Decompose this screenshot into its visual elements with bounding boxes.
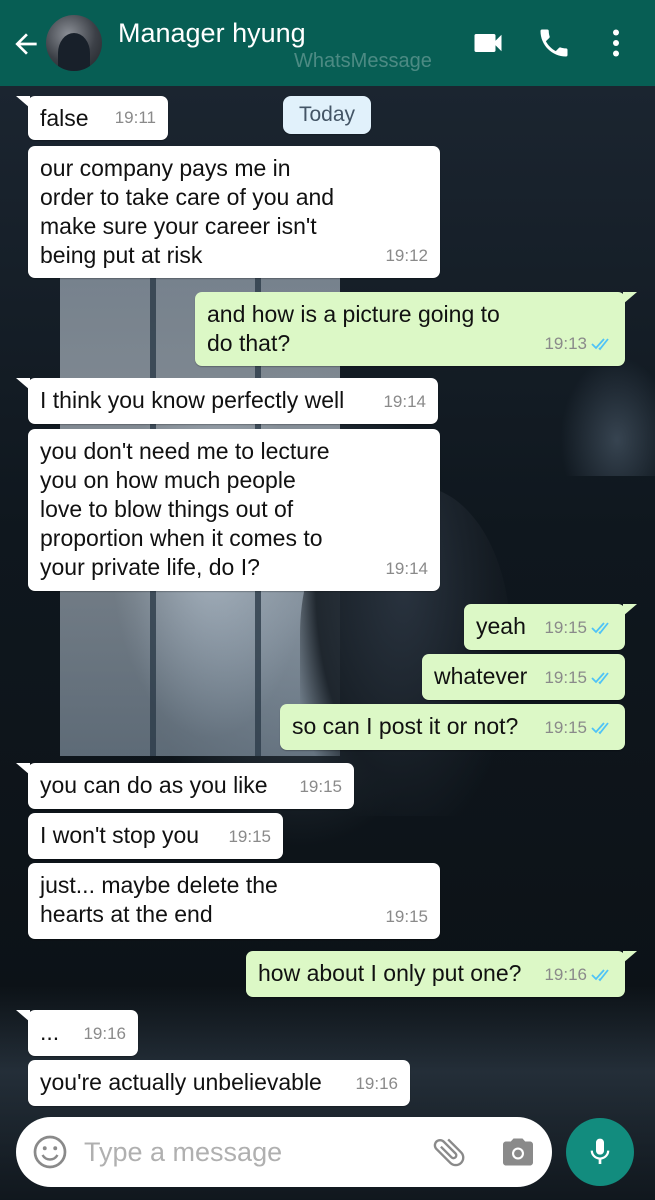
message-time: 19:16 <box>544 965 587 984</box>
message-text: you can do as you like <box>40 772 268 798</box>
message-time: 19:16 <box>83 1024 126 1043</box>
message-text: our company pays me in order to take car… <box>40 155 335 268</box>
message-text: you don't need me to lecture you on how … <box>40 438 330 580</box>
message-time: 19:12 <box>385 246 428 265</box>
message-input[interactable] <box>84 1131 414 1173</box>
message-incoming[interactable]: you don't need me to lecture you on how … <box>28 429 440 591</box>
message-time-group: 19:13 <box>544 329 613 358</box>
message-outgoing[interactable]: so can I post it or not? 19:15 <box>280 704 625 750</box>
message-text: how about I only put one? <box>258 960 522 986</box>
message-time-group: 19:15 <box>544 713 613 742</box>
message-incoming[interactable]: just... maybe delete the hearts at the e… <box>28 863 440 939</box>
message-incoming[interactable]: false 19:11 <box>16 96 168 140</box>
mic-icon <box>590 1138 610 1164</box>
message-time: 19:14 <box>383 392 426 411</box>
attach-icon[interactable] <box>430 1133 468 1171</box>
message-text: just... maybe delete the hearts at the e… <box>40 872 278 927</box>
message-time: 19:16 <box>355 1074 398 1093</box>
read-ticks-icon <box>591 622 609 635</box>
message-text: ... <box>40 1019 60 1045</box>
emoji-icon[interactable] <box>32 1134 68 1170</box>
camera-icon[interactable] <box>500 1134 536 1170</box>
message-incoming[interactable]: I think you know perfectly well 19:14 <box>16 378 438 424</box>
message-incoming[interactable]: our company pays me in order to take car… <box>28 146 440 278</box>
read-ticks-icon <box>591 672 609 685</box>
message-time-group: 19:15 <box>544 613 613 642</box>
message-time: 19:15 <box>228 827 271 846</box>
message-time: 19:13 <box>544 334 587 353</box>
read-ticks-icon <box>591 722 609 735</box>
message-time-group: 19:15 <box>544 663 613 692</box>
message-outgoing[interactable]: yeah 19:15 <box>464 604 637 650</box>
message-time: 19:15 <box>544 668 587 687</box>
more-vert-icon[interactable] <box>598 25 634 61</box>
message-text: false <box>40 105 89 131</box>
message-time: 19:11 <box>114 108 156 127</box>
message-text: whatever <box>434 663 528 689</box>
message-time-group: 19:16 <box>544 960 613 989</box>
chat-area[interactable]: Today false 19:11 our company pays me in… <box>0 86 655 1116</box>
message-text: I won't stop you <box>40 822 200 848</box>
contact-name[interactable]: Manager hyung <box>118 18 306 49</box>
message-text: I think you know perfectly well <box>40 387 345 413</box>
read-ticks-icon <box>591 969 609 982</box>
date-chip: Today <box>283 96 371 134</box>
message-incoming[interactable]: ... 19:16 <box>16 1010 138 1056</box>
message-outgoing[interactable]: and how is a picture going to do that? 1… <box>195 292 637 366</box>
message-incoming[interactable]: you're actually unbelievable 19:16 <box>28 1060 410 1106</box>
back-arrow-icon[interactable] <box>10 28 42 60</box>
message-composer <box>16 1117 552 1187</box>
message-time: 19:14 <box>385 559 428 578</box>
phone-call-icon[interactable] <box>536 25 572 61</box>
message-time: 19:15 <box>544 718 587 737</box>
chat-header: Manager hyung WhatsMessage <box>0 0 655 86</box>
message-outgoing[interactable]: whatever 19:15 <box>422 654 625 700</box>
message-text: yeah <box>476 613 526 639</box>
message-outgoing[interactable]: how about I only put one? 19:16 <box>246 951 637 997</box>
message-time: 19:15 <box>544 618 587 637</box>
message-time: 19:15 <box>385 907 428 926</box>
avatar[interactable] <box>46 15 102 71</box>
message-incoming[interactable]: I won't stop you 19:15 <box>28 813 283 859</box>
watermark: WhatsMessage <box>294 50 432 72</box>
read-ticks-icon <box>591 338 609 351</box>
mic-button[interactable] <box>566 1118 634 1186</box>
message-text: you're actually unbelievable <box>40 1069 322 1095</box>
video-call-icon[interactable] <box>470 25 506 61</box>
message-time: 19:15 <box>299 777 342 796</box>
message-incoming[interactable]: you can do as you like 19:15 <box>16 763 354 809</box>
message-text: so can I post it or not? <box>292 713 519 739</box>
